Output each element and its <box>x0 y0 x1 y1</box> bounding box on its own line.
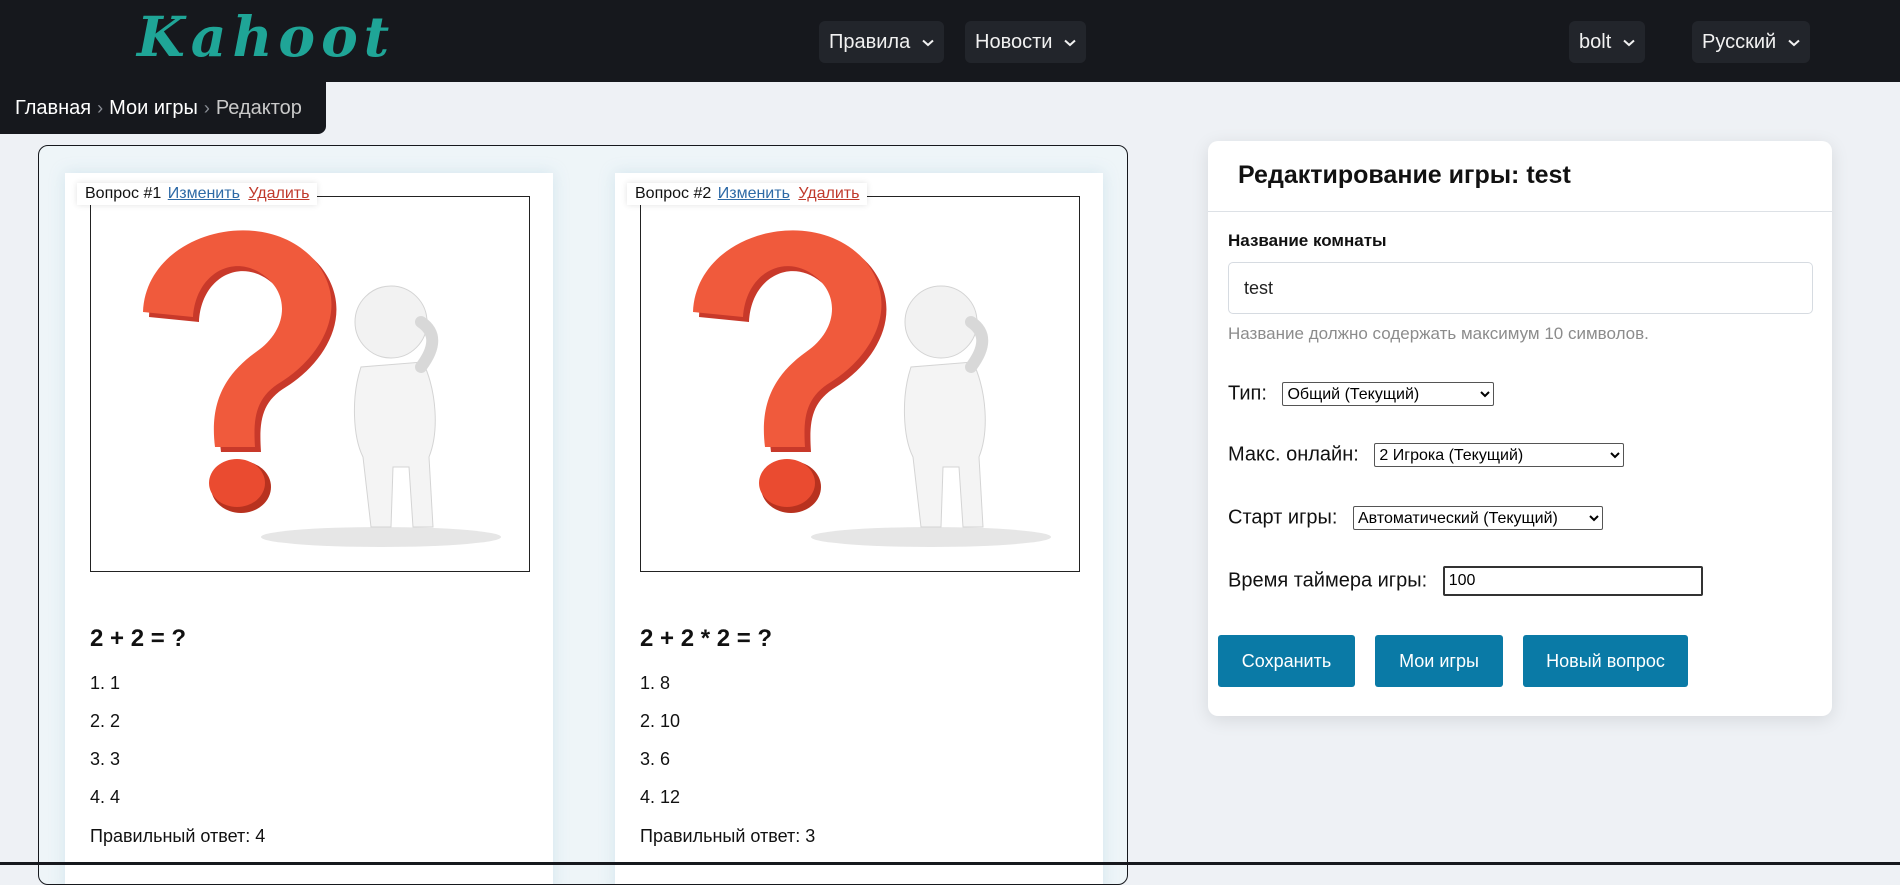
timer-input[interactable] <box>1442 566 1703 596</box>
question-legend: Вопрос #1 Изменить Удалить <box>77 183 318 205</box>
kahoot-logo[interactable]: Kahoot <box>137 4 395 69</box>
chevron-down-icon <box>1064 39 1076 47</box>
question-number: Вопрос #2 <box>635 185 712 202</box>
save-button[interactable]: Сохранить <box>1218 635 1355 687</box>
game-start-select[interactable]: Автоматический (Текущий) <box>1353 506 1603 530</box>
answer-option: 2. 10 <box>640 711 681 731</box>
answer-option: 4. 12 <box>640 787 681 807</box>
username-label: bolt <box>1579 31 1612 53</box>
game-start-label: Старт игры: <box>1228 506 1338 529</box>
my-games-button[interactable]: Мои игры <box>1375 635 1503 687</box>
question-mark-image <box>143 230 501 547</box>
correct-answer: Правильный ответ: 3 <box>640 826 816 846</box>
chevron-down-icon <box>1623 39 1635 47</box>
max-online-label: Макс. онлайн: <box>1228 443 1359 466</box>
delete-question-link[interactable]: Удалить <box>248 185 309 202</box>
breadcrumb-editor: Редактор <box>215 97 302 119</box>
answer-option: 1. 1 <box>90 673 121 693</box>
type-row: Тип: Общий (Текущий) <box>1228 382 1495 406</box>
nav-rules-label: Правила <box>829 31 911 53</box>
room-name-input[interactable] <box>1228 262 1813 314</box>
question-mark-image <box>693 230 1051 547</box>
question-card: Вопрос #1 Изменить Удалить 2 + 2 = ? 1. … <box>65 173 553 884</box>
question-image-frame <box>640 196 1080 572</box>
new-question-button[interactable]: Новый вопрос <box>1523 635 1688 687</box>
chevron-down-icon <box>1788 39 1800 47</box>
question-legend: Вопрос #2 Изменить Удалить <box>627 183 868 205</box>
breadcrumb-home[interactable]: Главная <box>15 97 91 119</box>
max-online-row: Макс. онлайн: 2 Игрока (Текущий) <box>1228 443 1625 467</box>
edit-panel-title: Редактирование игры: test <box>1238 161 1571 189</box>
game-edit-panel: Редактирование игры: test Название комна… <box>1208 141 1832 716</box>
question-text: 2 + 2 * 2 = ? <box>640 625 773 652</box>
top-navbar: Kahoot Правила Новости bolt Русский <box>0 0 1900 82</box>
chevron-right-icon: › <box>203 98 210 118</box>
timer-row: Время таймера игры: <box>1228 566 1703 596</box>
language-label: Русский <box>1702 31 1777 53</box>
correct-answer: Правильный ответ: 4 <box>90 826 266 846</box>
nav-news-dropdown[interactable]: Новости <box>965 21 1086 63</box>
nav-rules-dropdown[interactable]: Правила <box>819 21 944 63</box>
language-dropdown[interactable]: Русский <box>1692 21 1810 63</box>
answer-option: 1. 8 <box>640 673 671 693</box>
questions-panel: Вопрос #1 Изменить Удалить 2 + 2 = ? 1. … <box>38 145 1128 885</box>
answer-option: 3. 6 <box>640 749 671 769</box>
nav-news-label: Новости <box>975 31 1053 53</box>
edit-panel-header: Редактирование игры: test <box>1208 141 1832 212</box>
chevron-right-icon: › <box>97 98 104 118</box>
answer-option: 4. 4 <box>90 787 121 807</box>
question-text: 2 + 2 = ? <box>90 625 187 652</box>
breadcrumb-my-games[interactable]: Мои игры <box>109 97 198 119</box>
edit-question-link[interactable]: Изменить <box>168 185 240 202</box>
max-online-select[interactable]: 2 Игрока (Текущий) <box>1374 443 1625 467</box>
type-select[interactable]: Общий (Текущий) <box>1282 382 1495 406</box>
answer-option: 2. 2 <box>90 711 121 731</box>
delete-question-link[interactable]: Удалить <box>798 185 859 202</box>
user-menu-dropdown[interactable]: bolt <box>1569 21 1645 63</box>
room-name-hint: Название должно содержать максимум 10 си… <box>1228 324 1649 343</box>
answer-option: 3. 3 <box>90 749 121 769</box>
question-number: Вопрос #1 <box>85 185 162 202</box>
question-image-frame <box>90 196 530 572</box>
game-start-row: Старт игры: Автоматический (Текущий) <box>1228 506 1603 530</box>
timer-label: Время таймера игры: <box>1228 569 1428 592</box>
type-label: Тип: <box>1228 382 1267 405</box>
breadcrumb: Главная › Мои игры › Редактор <box>0 82 326 134</box>
question-card: Вопрос #2 Изменить Удалить 2 + 2 * 2 = ?… <box>615 173 1103 884</box>
room-name-label: Название комнаты <box>1228 231 1387 250</box>
chevron-down-icon <box>922 39 934 47</box>
edit-question-link[interactable]: Изменить <box>718 185 790 202</box>
